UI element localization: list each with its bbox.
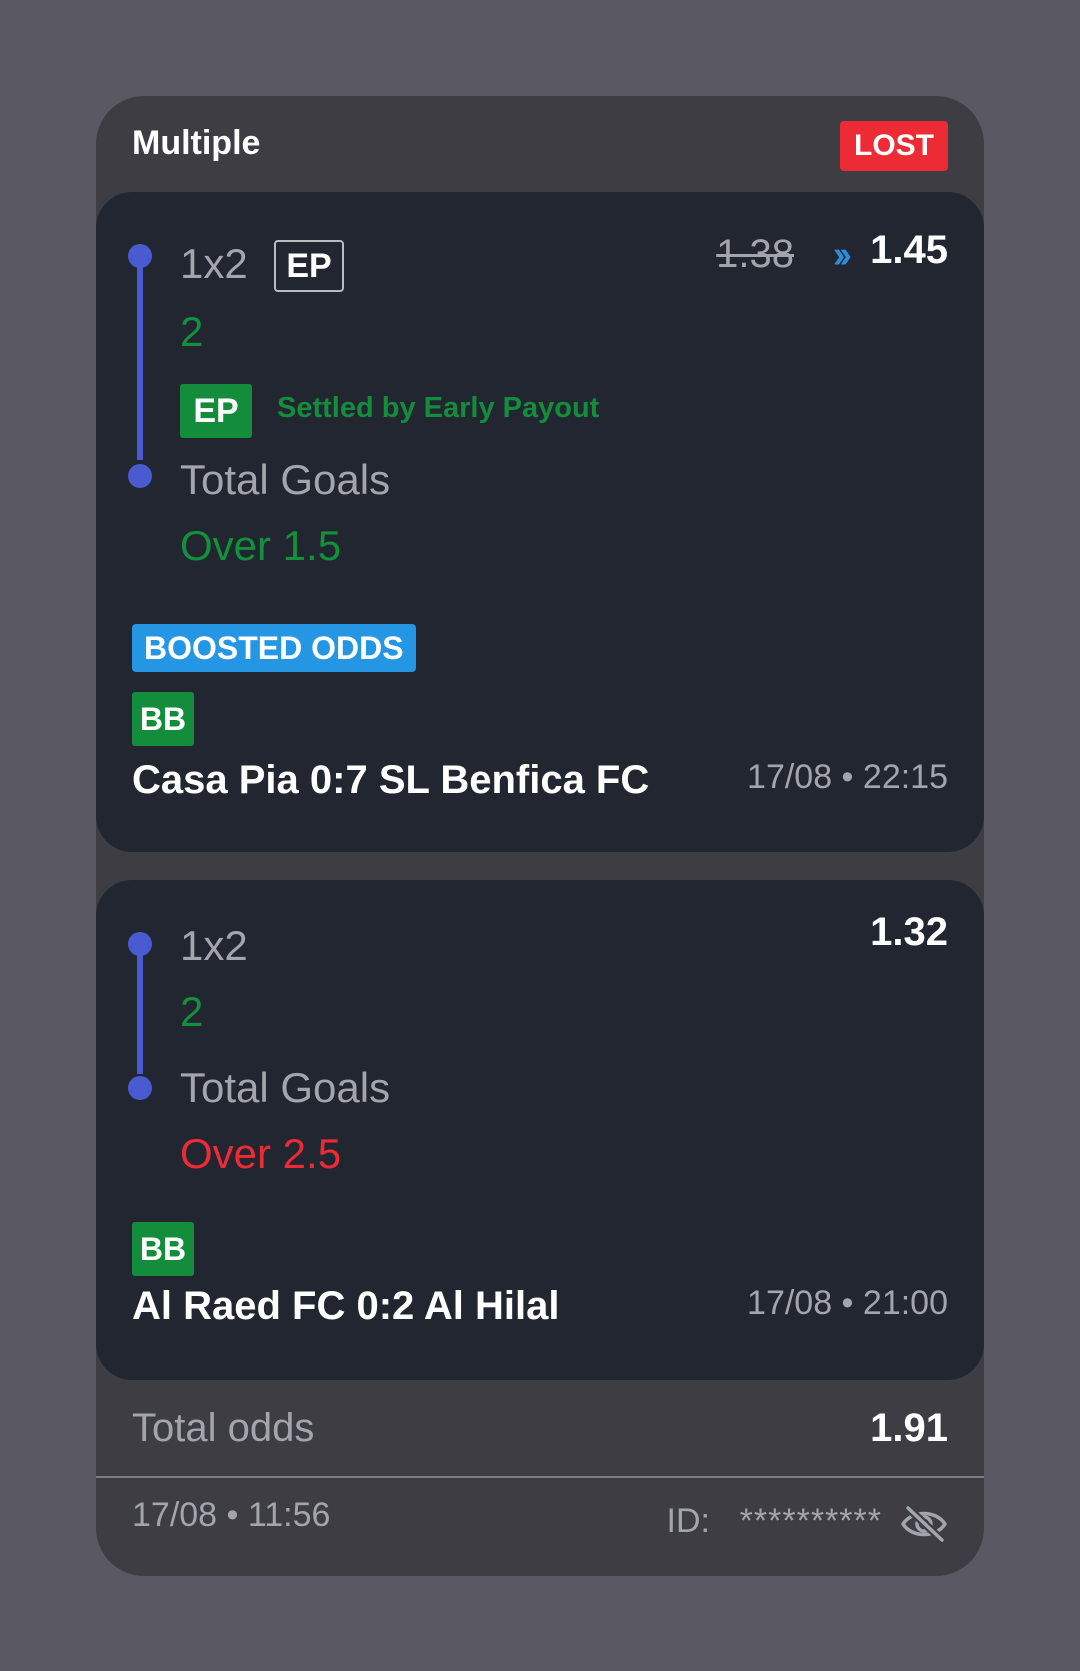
match-time: 17/08 • 22:15 bbox=[747, 758, 948, 796]
early-payout-badge: EP bbox=[180, 384, 252, 438]
ticket-title: Multiple bbox=[132, 124, 261, 162]
market-name: Total Goals bbox=[180, 456, 391, 503]
bet-ticket[interactable]: Multiple LOST 1x2 EP 1.38 ›› 1.45 2 EP S… bbox=[96, 96, 984, 1576]
match-name: Casa Pia 0:7 SL Benfica FC bbox=[132, 758, 650, 802]
timeline-line bbox=[137, 264, 143, 460]
bet-card[interactable]: 1x2 1.32 2 Total Goals Over 2.5 BB Al Ra… bbox=[96, 880, 984, 1380]
divider bbox=[96, 1476, 984, 1478]
status-badge: LOST bbox=[840, 121, 948, 171]
match-time: 17/08 • 21:00 bbox=[747, 1284, 948, 1322]
market-name: 1x2 bbox=[180, 922, 248, 969]
original-odds: 1.38 bbox=[716, 232, 794, 276]
ticket-header: Multiple LOST bbox=[96, 96, 984, 192]
odds-value: 1.32 bbox=[870, 910, 948, 954]
timeline-dot bbox=[128, 464, 152, 488]
early-payout-tag: EP bbox=[274, 240, 344, 292]
market-name: Total Goals bbox=[180, 1064, 391, 1111]
match-name: Al Raed FC 0:2 Al Hilal bbox=[132, 1284, 560, 1328]
selection: Over 1.5 bbox=[180, 522, 342, 569]
boosted-odds-badge: BOOSTED ODDS bbox=[132, 624, 416, 672]
timeline-dot bbox=[128, 1076, 152, 1100]
selection: 2 bbox=[180, 308, 204, 355]
bet-id-value: ********** bbox=[739, 1502, 882, 1540]
total-odds-label: Total odds bbox=[132, 1406, 315, 1450]
bet-card[interactable]: 1x2 EP 1.38 ›› 1.45 2 EP Settled by Earl… bbox=[96, 192, 984, 852]
early-payout-note: Settled by Early Payout bbox=[277, 392, 600, 424]
bet-id-label: ID: bbox=[666, 1502, 710, 1540]
bet-builder-badge: BB bbox=[132, 692, 194, 746]
total-odds-value: 1.91 bbox=[870, 1406, 948, 1450]
page: Multiple LOST 1x2 EP 1.38 ›› 1.45 2 EP S… bbox=[0, 0, 1080, 1671]
timeline-line bbox=[137, 952, 143, 1074]
selection: 2 bbox=[180, 988, 204, 1035]
eye-off-icon[interactable] bbox=[900, 1504, 948, 1544]
placed-time: 17/08 • 11:56 bbox=[132, 1496, 331, 1534]
boosted-odds-value: 1.45 bbox=[870, 228, 948, 272]
selection: Over 2.5 bbox=[180, 1130, 342, 1177]
market-name: 1x2 bbox=[180, 240, 248, 287]
bet-builder-badge: BB bbox=[132, 1222, 194, 1276]
double-chevron-right-icon: ›› bbox=[832, 234, 852, 276]
